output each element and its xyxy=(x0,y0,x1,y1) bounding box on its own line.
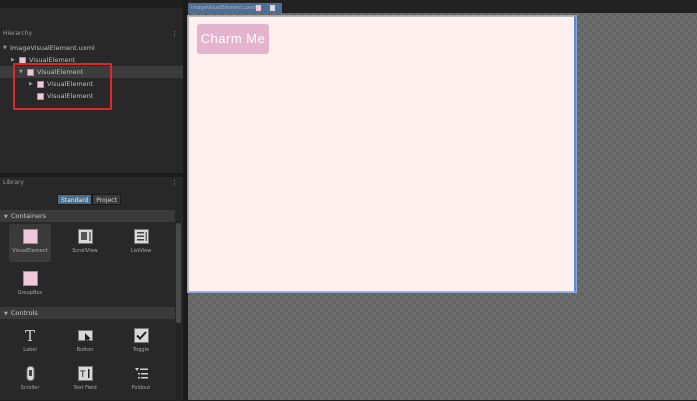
hierarchy-header: Hierarchy ⋮ xyxy=(0,28,183,40)
library-item-label[interactable]: T Label xyxy=(9,323,51,361)
controls-section-title: Controls xyxy=(10,309,38,317)
document-icon xyxy=(270,5,275,11)
library-item-scroller[interactable]: Scroller xyxy=(9,361,51,399)
canvas-area[interactable]: ImageVisualElement.uxml Charm Me xyxy=(188,0,697,400)
library-title: Library xyxy=(3,179,24,186)
library-item-label: ListView xyxy=(130,248,152,254)
library-item-label-text: Toggle xyxy=(132,347,150,353)
library-item-group-box[interactable]: GroupBox xyxy=(9,266,51,304)
scroll-view-icon xyxy=(77,229,93,244)
label-icon: T xyxy=(23,327,38,345)
library-header: Library ⋮ xyxy=(0,177,183,189)
group-box-icon xyxy=(22,271,38,286)
library-item-label-text: Button xyxy=(76,347,94,353)
svg-text:T: T xyxy=(79,370,86,380)
library-item-label-text: Label xyxy=(23,347,37,353)
document-tab[interactable]: ImageVisualElement.uxml xyxy=(188,3,282,13)
visual-element-icon xyxy=(22,229,38,244)
library-item-label: ScrollView xyxy=(72,248,98,254)
library-item-scroll-view[interactable]: ScrollView xyxy=(64,224,106,262)
library-item-label-text: Foldout xyxy=(131,385,151,391)
library-item-label: VisualElement xyxy=(12,248,48,254)
scroller-icon xyxy=(23,366,38,381)
hierarchy-toolbar xyxy=(0,0,183,8)
library-item-label-text: Scroller xyxy=(20,385,40,391)
tab-standard[interactable]: Standard xyxy=(57,194,93,205)
pink-square-icon xyxy=(256,5,261,11)
hierarchy-menu-icon[interactable]: ⋮ xyxy=(171,28,178,40)
library-menu-icon[interactable]: ⋮ xyxy=(171,177,178,189)
library-item-foldout[interactable]: Foldout xyxy=(120,361,162,399)
button-icon xyxy=(77,328,93,343)
hierarchy-panel: Hierarchy ⋮ ▼ ImageVisualElement.uxml ▶ … xyxy=(0,0,183,173)
collapse-arrow-icon: ▼ xyxy=(4,311,8,317)
containers-section-header[interactable]: ▼ Containers xyxy=(0,210,175,222)
library-item-text-field[interactable]: T Text Field xyxy=(64,361,106,399)
library-scrollbar-thumb[interactable] xyxy=(176,223,181,323)
controls-section-header[interactable]: ▼ Controls xyxy=(0,307,175,319)
containers-section-title: Containers xyxy=(10,212,47,220)
tree-root-label: ImageVisualElement.uxml xyxy=(10,44,95,52)
list-view-icon xyxy=(133,229,149,244)
library-item-toggle[interactable]: Toggle xyxy=(120,323,162,361)
tab-project[interactable]: Project xyxy=(92,194,121,205)
expand-arrow-icon[interactable]: ▼ xyxy=(3,42,7,54)
text-field-icon: T xyxy=(77,366,93,381)
document-tab-label: ImageVisualElement.uxml xyxy=(191,5,257,11)
library-item-visual-element[interactable]: VisualElement xyxy=(9,224,51,262)
charm-me-button[interactable]: Charm Me xyxy=(197,24,269,54)
toggle-icon xyxy=(133,328,149,343)
tree-row-root[interactable]: ▼ ImageVisualElement.uxml xyxy=(0,42,183,54)
canvas-viewport[interactable]: Charm Me xyxy=(188,16,576,292)
foldout-icon xyxy=(134,366,149,381)
library-item-label-text: Text Field xyxy=(73,385,97,391)
svg-text:T: T xyxy=(25,328,35,343)
hierarchy-title: Hierarchy xyxy=(3,30,33,37)
selection-highlight-box xyxy=(13,63,112,110)
collapse-arrow-icon: ▼ xyxy=(4,214,8,220)
library-panel: Library ⋮ Standard Project ▼ Containers V… xyxy=(0,177,183,401)
library-tabs: Standard Project xyxy=(57,194,121,205)
library-item-label: GroupBox xyxy=(17,290,43,296)
canvas-toolbar: ImageVisualElement.uxml xyxy=(188,0,697,13)
library-item-list-view[interactable]: ListView xyxy=(120,224,162,262)
left-column: Hierarchy ⋮ ▼ ImageVisualElement.uxml ▶ … xyxy=(0,0,183,401)
library-item-button[interactable]: Button xyxy=(64,323,106,361)
